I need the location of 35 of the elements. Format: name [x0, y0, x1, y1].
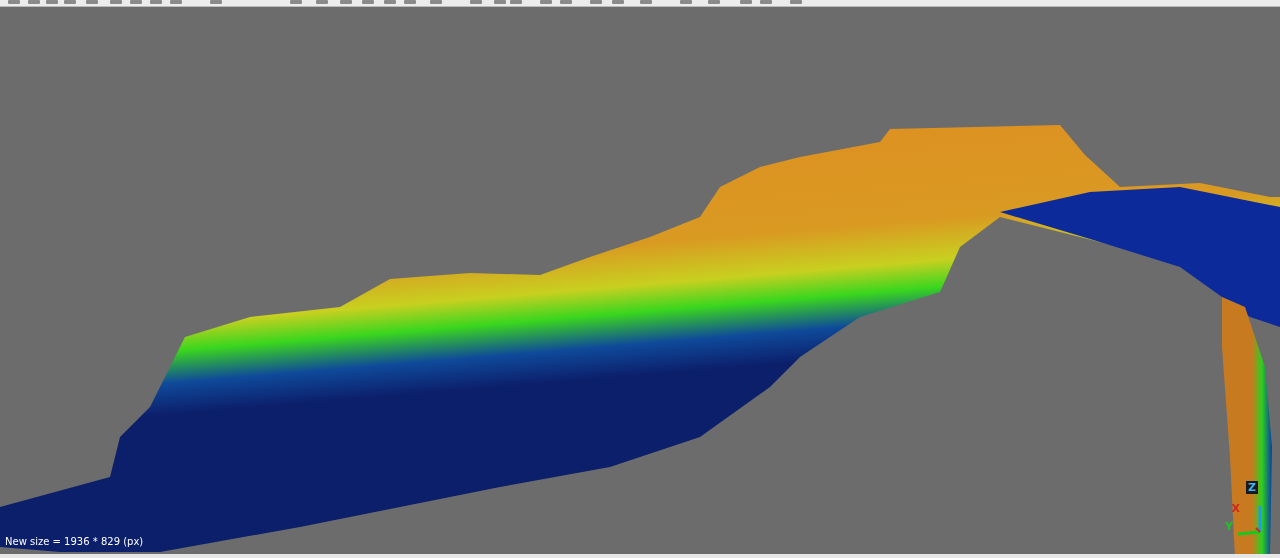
toolbar-icon[interactable]	[612, 0, 624, 4]
toolbar-icon[interactable]	[430, 0, 442, 4]
toolbar-icon[interactable]	[316, 0, 328, 4]
toolbar-icon[interactable]	[210, 0, 222, 4]
toolbar-icon[interactable]	[340, 0, 352, 4]
toolbar-icon[interactable]	[740, 0, 752, 4]
toolbar-icon[interactable]	[790, 0, 802, 4]
status-message: New size = 1936 * 829 (px)	[5, 536, 144, 548]
toolbar-icon[interactable]	[110, 0, 122, 4]
toolbar-icon[interactable]	[560, 0, 572, 4]
toolbar-icon[interactable]	[28, 0, 40, 4]
toolbar-icon[interactable]	[590, 0, 602, 4]
toolbar-icon[interactable]	[404, 0, 416, 4]
toolbar-icon[interactable]	[680, 0, 692, 4]
toolbar-icon[interactable]	[64, 0, 76, 4]
toolbar-icon[interactable]	[46, 0, 58, 4]
toolbar-icon[interactable]	[170, 0, 182, 4]
axis-label: Y	[1225, 521, 1233, 532]
toolbar-icon[interactable]	[384, 0, 396, 4]
3d-viewport[interactable]: Z X Y New size = 1936 * 829 (px)	[0, 7, 1280, 554]
toolbar-icon[interactable]	[494, 0, 506, 4]
toolbar-icon[interactable]	[708, 0, 720, 4]
toolbar-icon[interactable]	[130, 0, 142, 4]
axis-label: X	[1231, 503, 1240, 514]
toolbar-icon[interactable]	[470, 0, 482, 4]
toolbar-icon[interactable]	[290, 0, 302, 4]
toolbar-icon[interactable]	[540, 0, 552, 4]
toolbar-icon[interactable]	[510, 0, 522, 4]
toolbar-icon[interactable]	[760, 0, 772, 4]
axis-label: Z	[1246, 481, 1258, 494]
toolbar-icon[interactable]	[640, 0, 652, 4]
toolbar-icon[interactable]	[86, 0, 98, 4]
toolbar-icon[interactable]	[8, 0, 20, 4]
toolbar-icon[interactable]	[362, 0, 374, 4]
toolbar-icon[interactable]	[150, 0, 162, 4]
